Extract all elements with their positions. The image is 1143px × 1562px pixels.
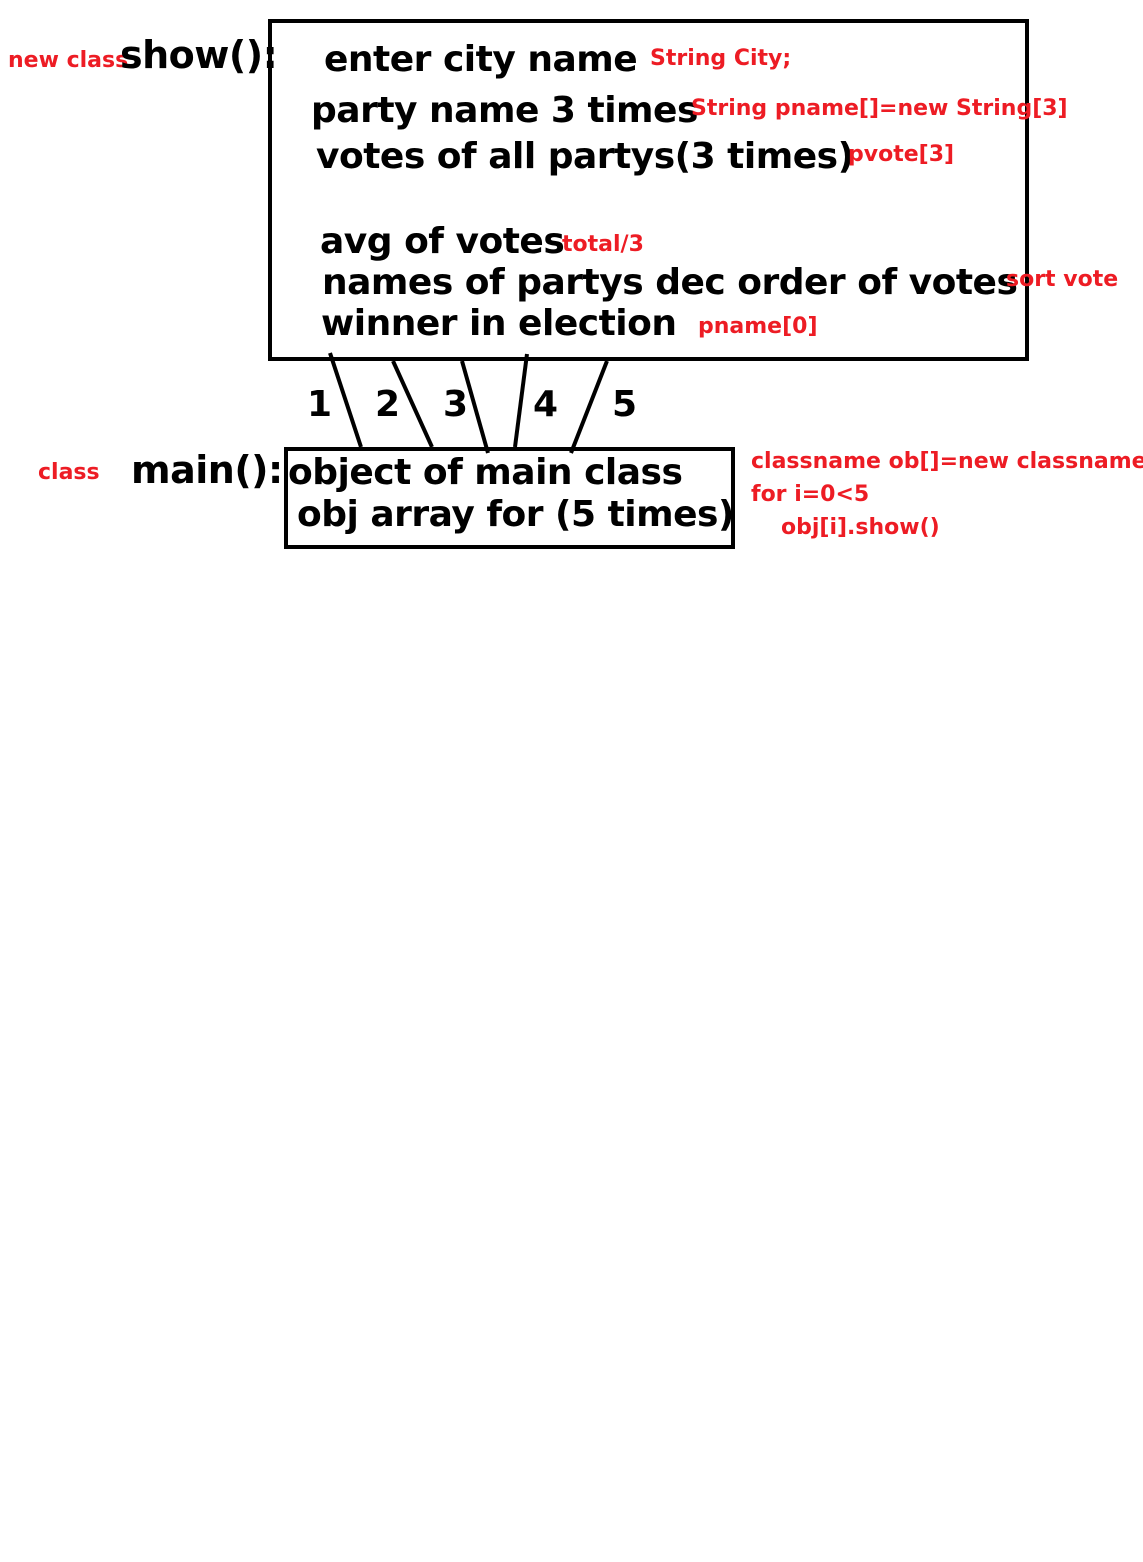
step-votes: votes of all partys(3 times) [316,136,854,177]
note-pname-0: pname[0] [698,314,818,339]
connector-label-2: 2 [375,384,400,425]
note-pvote: pvote[3] [848,142,955,167]
main-line-obj-array: obj array for (5 times) [297,494,734,535]
note-total: total/3 [562,232,644,257]
step-winner: winner in election [321,303,677,344]
step-enter-city: enter city name [324,39,638,80]
connector-label-1: 1 [307,384,332,425]
connector-label-3: 3 [443,384,468,425]
note-classname-array: classname ob[]=new classname[5] [751,449,1143,474]
note-obj-show: obj[i].show() [781,515,940,540]
step-avg-votes: avg of votes [320,221,565,262]
note-for-loop: for i=0<5 [751,482,870,507]
class-tag: class [38,460,100,485]
main-method-label: main(): [131,448,283,492]
step-party-name: party name 3 times [311,90,698,131]
note-city: String City; [650,46,792,71]
new-class-tag: new class [8,48,129,73]
note-pname: String pname[]=new String[3] [691,96,1068,121]
step-names-dec-order: names of partys dec order of votes [322,262,1018,303]
connector-line-5 [569,360,609,454]
note-sort-vote: sort vote [1006,267,1119,292]
main-line-object: object of main class [288,452,683,493]
connector-label-4: 4 [533,384,558,425]
connector-line-1 [328,352,363,448]
connector-label-5: 5 [612,384,637,425]
show-method-label: show(): [120,33,278,77]
connector-line-4 [513,353,529,448]
